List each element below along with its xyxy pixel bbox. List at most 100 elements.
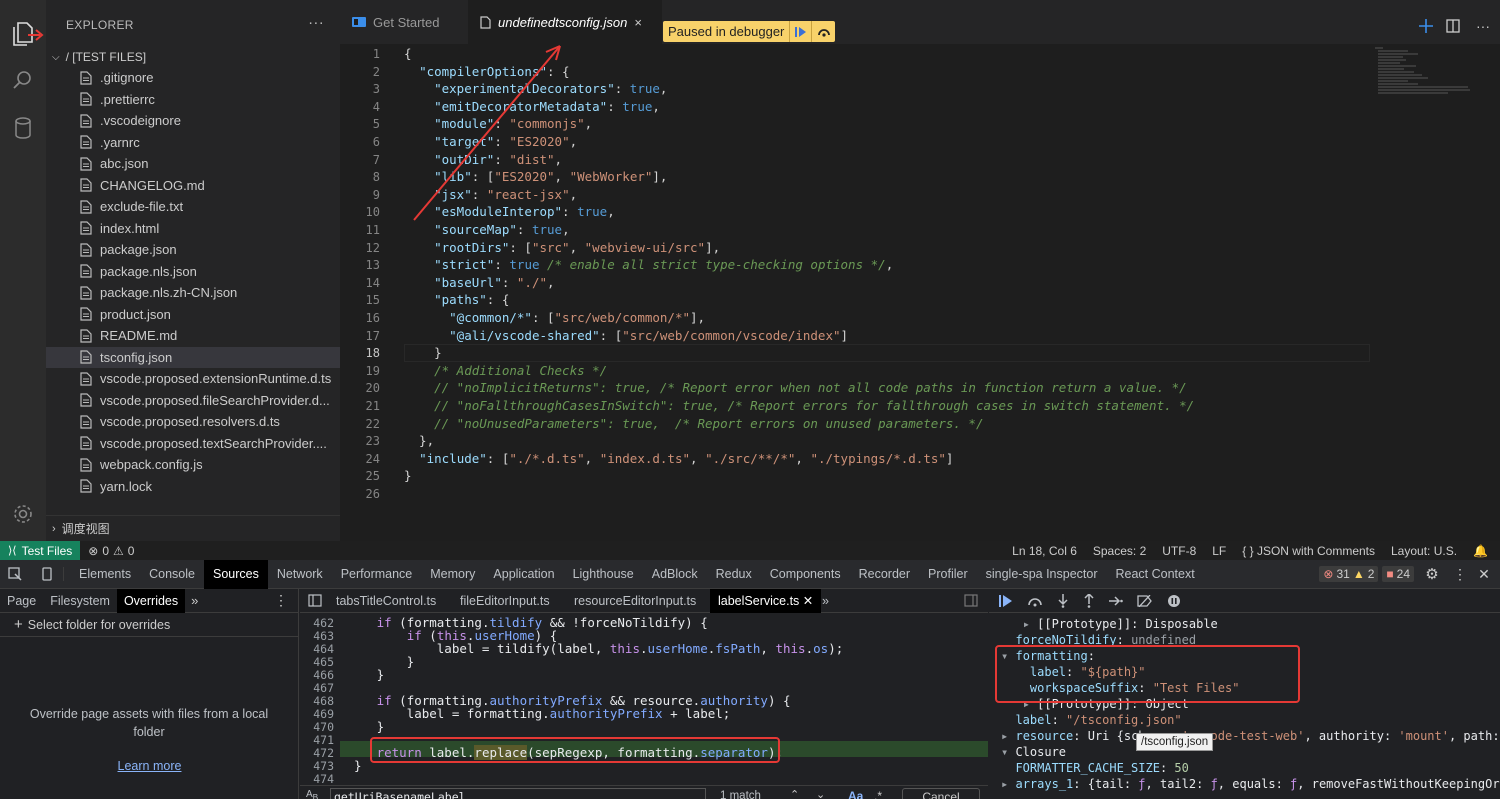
file-item[interactable]: webpack.config.js (46, 454, 340, 476)
eol[interactable]: LF (1212, 544, 1226, 558)
indentation[interactable]: Spaces: 2 (1093, 544, 1146, 558)
devtools-tab-profiler[interactable]: Profiler (919, 560, 977, 589)
toggle-navigator-icon[interactable] (308, 594, 322, 607)
devtools-tab-network[interactable]: Network (268, 560, 332, 589)
pause-on-exceptions-icon[interactable] (1167, 594, 1181, 608)
file-item[interactable]: .gitignore (46, 67, 340, 89)
notifications-icon[interactable]: 🔔 (1473, 544, 1488, 558)
file-item[interactable]: CHANGELOG.md (46, 175, 340, 197)
cancel-search-button[interactable]: Cancel (902, 788, 980, 799)
file-item[interactable]: tsconfig.json (46, 346, 340, 368)
source-line-number[interactable]: 468 (300, 694, 334, 708)
source-line-number[interactable]: 467 (300, 681, 334, 695)
source-line-number[interactable]: 474 (300, 772, 334, 786)
source-line-number[interactable]: 470 (300, 720, 334, 734)
regex-toggle[interactable]: .* (874, 789, 882, 799)
scope-row[interactable]: ▸ resource: Uri {scheme: 'vscode-test-we… (1001, 729, 1500, 743)
file-item[interactable]: .vscodeignore (46, 110, 340, 132)
minimap[interactable] (1370, 44, 1480, 104)
file-item[interactable]: README.md (46, 325, 340, 347)
file-tab-file-editor-input[interactable]: fileEditorInput.ts (460, 589, 550, 613)
file-tab-resource-editor-input[interactable]: resourceEditorInput.ts (574, 589, 696, 613)
nav-tab-filesystem[interactable]: Filesystem (43, 589, 117, 613)
file-item[interactable]: vscode.proposed.extensionRuntime.d.ts (46, 368, 340, 390)
devtools-tab-redux[interactable]: Redux (707, 560, 761, 589)
next-match-icon[interactable]: ⌄ (816, 788, 825, 799)
toggle-debugger-icon[interactable] (964, 594, 978, 607)
more-files-icon[interactable]: » (822, 589, 829, 613)
more-actions-icon[interactable]: ··· (308, 14, 324, 31)
devtools-more-icon[interactable]: ⋮ (1450, 566, 1470, 583)
navigator-more-icon[interactable]: ⋮ (274, 592, 288, 609)
source-line-number[interactable]: 466 (300, 668, 334, 682)
search-input[interactable] (330, 788, 706, 799)
scope-row[interactable]: ▸ [[Prototype]]: Disposable (1001, 617, 1218, 631)
devtools-settings-gear-icon[interactable]: ⚙ (1418, 565, 1446, 583)
keyboard-layout[interactable]: Layout: U.S. (1391, 544, 1457, 558)
source-line-number[interactable]: 473 (300, 759, 334, 773)
file-item[interactable]: package.nls.json (46, 261, 340, 283)
select-folder-button[interactable]: + Select folder for overrides (0, 613, 298, 637)
devtools-tab-elements[interactable]: Elements (70, 560, 140, 589)
devtools-tab-adblock[interactable]: AdBlock (643, 560, 707, 589)
devtools-tab-recorder[interactable]: Recorder (850, 560, 919, 589)
replace-toggle-icon[interactable]: AB (306, 789, 318, 799)
source-line-number[interactable]: 471 (300, 733, 334, 747)
step-out-icon[interactable] (1083, 593, 1095, 608)
close-tab-icon[interactable]: × (634, 15, 642, 30)
file-tab-label-service[interactable]: labelService.ts ✕ (710, 589, 822, 613)
previous-match-icon[interactable]: ⌃ (790, 788, 799, 799)
database-icon[interactable] (9, 114, 37, 142)
scope-row[interactable]: ▸ arrays_1: {tail: ƒ, tail2: ƒ, equals: … (1001, 777, 1500, 791)
cursor-position[interactable]: Ln 18, Col 6 (1012, 544, 1077, 558)
more-tabs-icon[interactable]: » (185, 593, 198, 608)
encoding[interactable]: UTF-8 (1162, 544, 1196, 558)
devtools-tab-react-context[interactable]: React Context (1107, 560, 1204, 589)
file-item[interactable]: .prettierrc (46, 89, 340, 111)
settings-gear-icon[interactable] (9, 500, 37, 528)
file-item[interactable]: abc.json (46, 153, 340, 175)
resume-icon[interactable] (789, 21, 811, 42)
nav-tab-overrides[interactable]: Overrides (116, 588, 186, 613)
file-item[interactable]: exclude-file.txt (46, 196, 340, 218)
editor-more-icon[interactable]: ··· (1476, 18, 1490, 34)
file-item[interactable]: vscode.proposed.fileSearchProvider.d... (46, 390, 340, 412)
console-errors-badge[interactable]: ⊗ 31 ▲ 2 (1319, 566, 1379, 582)
inspect-element-icon[interactable] (0, 567, 30, 581)
file-tab-tabs-title-control[interactable]: tabsTitleControl.ts (336, 589, 436, 613)
file-item[interactable]: product.json (46, 304, 340, 326)
file-item[interactable]: package.nls.zh-CN.json (46, 282, 340, 304)
close-tab-icon[interactable]: ✕ (803, 594, 813, 608)
file-item[interactable]: .yarnrc (46, 132, 340, 154)
step-icon[interactable] (1109, 595, 1123, 606)
file-item[interactable]: package.json (46, 239, 340, 261)
devtools-tab-components[interactable]: Components (761, 560, 850, 589)
source-line-number[interactable]: 464 (300, 642, 334, 656)
issues-badge[interactable]: ■ 24 (1382, 566, 1414, 582)
debug-view-section[interactable]: › 调度视图 (46, 515, 340, 541)
code-editor[interactable]: 1 2 3 4 5 6 7 8 9 10 11 12 13 14 15 16 17 18 19 20 21 22 23 24 2… (340, 44, 1500, 541)
deactivate-breakpoints-icon[interactable] (1137, 594, 1153, 607)
nav-tab-page[interactable]: Page (0, 589, 43, 613)
search-icon[interactable] (9, 66, 37, 94)
file-item[interactable]: index.html (46, 218, 340, 240)
source-line-number[interactable]: 463 (300, 629, 334, 643)
file-item[interactable]: vscode.proposed.textSearchProvider.... (46, 433, 340, 455)
add-icon[interactable] (1418, 18, 1434, 34)
step-over-icon[interactable] (1027, 595, 1043, 607)
remote-indicator[interactable]: ⟩⟨ Test Files (0, 541, 81, 560)
problems-indicator[interactable]: ⊗ 0 ⚠ 0 (80, 544, 134, 558)
scope-row[interactable]: ▾ Closure (1001, 745, 1066, 759)
devtools-tab-single-spa-inspector[interactable]: single-spa Inspector (977, 560, 1107, 589)
devtools-tab-application[interactable]: Application (484, 560, 563, 589)
source-viewer[interactable]: tabsTitleControl.ts fileEditorInput.ts r… (300, 589, 988, 799)
source-line-number[interactable]: 469 (300, 707, 334, 721)
devtools-tab-lighthouse[interactable]: Lighthouse (564, 560, 643, 589)
step-over-icon[interactable] (811, 21, 835, 42)
devtools-tab-performance[interactable]: Performance (332, 560, 422, 589)
file-item[interactable]: vscode.proposed.resolvers.d.ts (46, 411, 340, 433)
source-line-number[interactable]: 465 (300, 655, 334, 669)
match-case-toggle[interactable]: Aa (848, 789, 863, 799)
root-folder[interactable]: ⌵ / [TEST FILES] (46, 48, 340, 67)
close-devtools-icon[interactable]: ✕ (1474, 566, 1494, 583)
